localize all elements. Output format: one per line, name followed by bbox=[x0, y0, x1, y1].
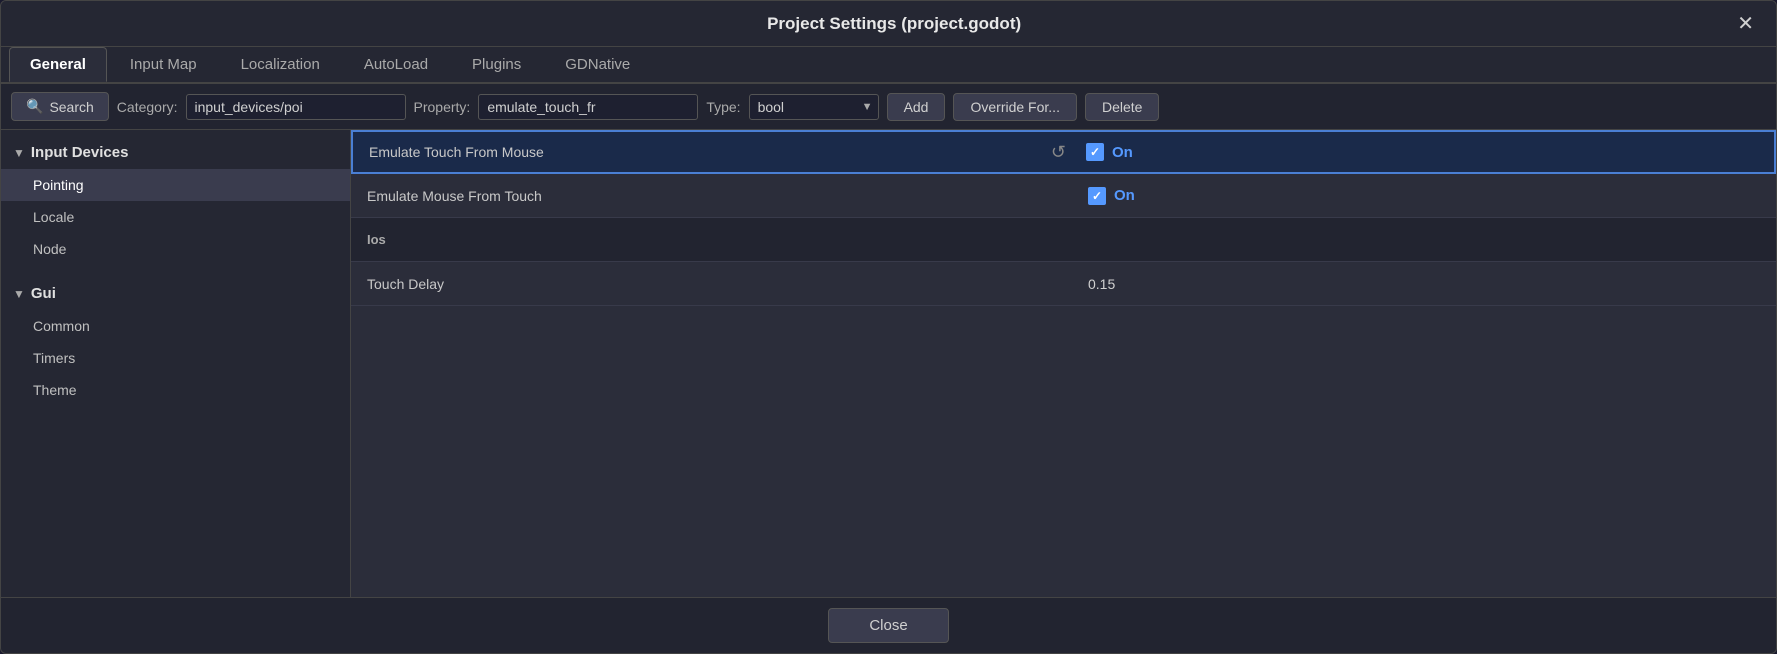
tab-localization[interactable]: Localization bbox=[220, 47, 341, 82]
property-label: Property: bbox=[414, 99, 471, 115]
setting-label-emulate-touch-mouse: Emulate Touch From Mouse bbox=[353, 136, 1043, 168]
tab-gdnative[interactable]: GDNative bbox=[544, 47, 651, 82]
category-label: Category: bbox=[117, 99, 178, 115]
tab-autoload[interactable]: AutoLoad bbox=[343, 47, 449, 82]
sidebar-item-locale[interactable]: Locale bbox=[1, 201, 350, 233]
setting-row-emulate-touch-mouse: Emulate Touch From Mouse ↺ ✓ On bbox=[351, 130, 1776, 174]
override-button[interactable]: Override For... bbox=[953, 93, 1076, 121]
setting-row-emulate-mouse-touch: Emulate Mouse From Touch ✓ On bbox=[351, 174, 1776, 218]
delete-button[interactable]: Delete bbox=[1085, 93, 1159, 121]
search-icon: 🔍 bbox=[26, 98, 43, 115]
dialog-title: Project Settings (project.godot) bbox=[57, 14, 1731, 34]
project-settings-dialog: Project Settings (project.godot) ✕ Gener… bbox=[0, 0, 1777, 654]
setting-value-touch-delay[interactable]: 0.15 bbox=[1076, 268, 1776, 300]
checkbox-checked-icon-2: ✓ bbox=[1088, 187, 1106, 205]
touch-delay-value: 0.15 bbox=[1088, 276, 1115, 292]
sidebar-item-theme[interactable]: Theme bbox=[1, 374, 350, 406]
sidebar-category-gui[interactable]: ▼ Gui bbox=[1, 277, 350, 310]
category-input[interactable] bbox=[186, 94, 406, 120]
sidebar-section-input-devices: ▼ Input Devices Pointing Locale Node bbox=[1, 130, 350, 271]
sidebar-category-label-input-devices: Input Devices bbox=[31, 144, 129, 161]
tab-bar: General Input Map Localization AutoLoad … bbox=[1, 47, 1776, 84]
sidebar: ▼ Input Devices Pointing Locale Node ▼ G… bbox=[1, 130, 351, 597]
on-label-emulate-touch: On bbox=[1112, 144, 1133, 161]
main-content: ▼ Input Devices Pointing Locale Node ▼ G… bbox=[1, 130, 1776, 597]
reset-button-emulate-touch[interactable]: ↺ bbox=[1043, 142, 1074, 163]
sidebar-category-label-gui: Gui bbox=[31, 285, 56, 302]
sidebar-item-timers[interactable]: Timers bbox=[1, 342, 350, 374]
sidebar-item-common[interactable]: Common bbox=[1, 310, 350, 342]
setting-label-emulate-mouse-touch: Emulate Mouse From Touch bbox=[351, 180, 1076, 212]
type-select[interactable]: bool int float String bbox=[749, 94, 879, 120]
collapse-arrow-icon: ▼ bbox=[13, 146, 25, 160]
right-panel: Emulate Touch From Mouse ↺ ✓ On Emulate … bbox=[351, 130, 1776, 597]
window-close-button[interactable]: ✕ bbox=[1731, 9, 1760, 38]
close-dialog-button[interactable]: Close bbox=[828, 608, 948, 643]
property-input[interactable] bbox=[478, 94, 698, 120]
type-select-wrapper: bool int float String ▼ bbox=[749, 94, 879, 120]
setting-row-touch-delay: Touch Delay 0.15 bbox=[351, 262, 1776, 306]
section-header-ios-label: Ios bbox=[367, 232, 386, 247]
checkbox-checked-icon: ✓ bbox=[1086, 143, 1104, 161]
footer: Close bbox=[1, 597, 1776, 653]
sidebar-category-input-devices[interactable]: ▼ Input Devices bbox=[1, 136, 350, 169]
on-label-emulate-mouse: On bbox=[1114, 187, 1135, 204]
search-bar: 🔍 Search Category: Property: Type: bool … bbox=[1, 84, 1776, 130]
tab-input-map[interactable]: Input Map bbox=[109, 47, 218, 82]
title-bar: Project Settings (project.godot) ✕ bbox=[1, 1, 1776, 47]
sidebar-item-node[interactable]: Node bbox=[1, 233, 350, 265]
search-button-label: Search bbox=[49, 99, 93, 115]
checkbox-on-emulate-mouse[interactable]: ✓ On bbox=[1088, 187, 1135, 205]
setting-label-touch-delay: Touch Delay bbox=[351, 268, 1076, 300]
sidebar-section-gui: ▼ Gui Common Timers Theme bbox=[1, 271, 350, 412]
type-label: Type: bbox=[706, 99, 740, 115]
section-header-ios: Ios bbox=[351, 218, 1776, 262]
checkbox-on-emulate-touch[interactable]: ✓ On bbox=[1086, 143, 1133, 161]
search-button[interactable]: 🔍 Search bbox=[11, 92, 109, 121]
setting-value-emulate-mouse-touch[interactable]: ✓ On bbox=[1076, 179, 1776, 213]
add-button[interactable]: Add bbox=[887, 93, 946, 121]
collapse-arrow-gui-icon: ▼ bbox=[13, 287, 25, 301]
tab-plugins[interactable]: Plugins bbox=[451, 47, 542, 82]
setting-value-emulate-touch-mouse[interactable]: ✓ On bbox=[1074, 135, 1774, 169]
tab-general[interactable]: General bbox=[9, 47, 107, 82]
sidebar-item-pointing[interactable]: Pointing bbox=[1, 169, 350, 201]
